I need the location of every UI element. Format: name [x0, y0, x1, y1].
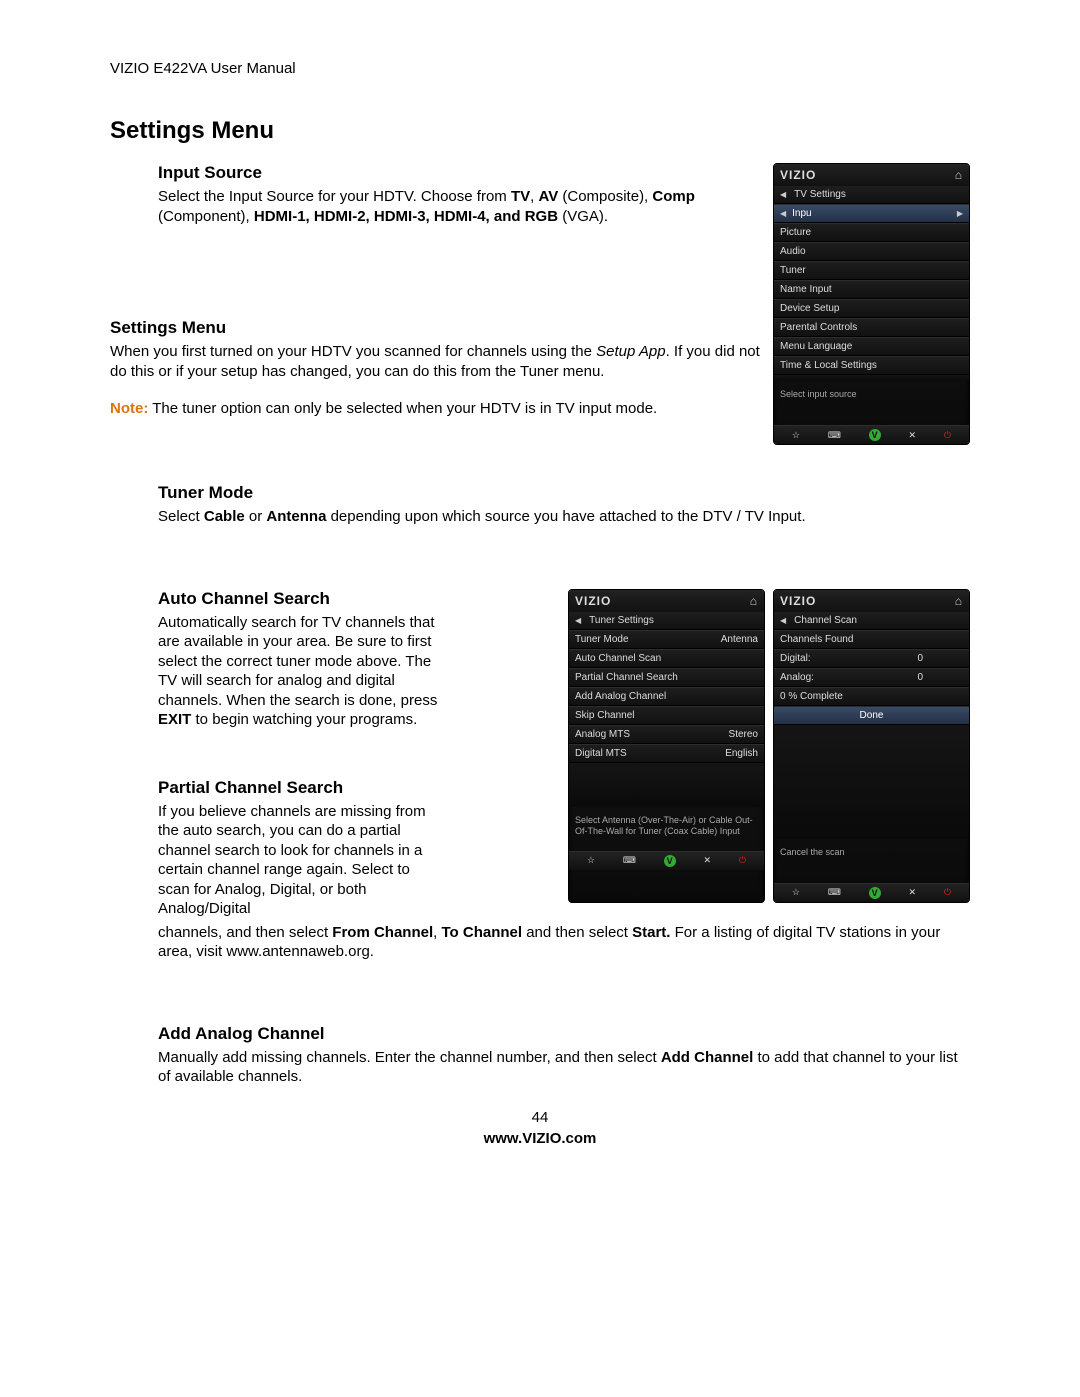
- tv-settings-panel: VIZIO ⌂ TV Settings Inpu Picture Audio T…: [773, 163, 970, 445]
- menu-item-language[interactable]: Menu Language: [774, 337, 969, 356]
- menu-item-picture[interactable]: Picture: [774, 223, 969, 242]
- keyboard-icon[interactable]: ⌨: [828, 430, 841, 441]
- footer-url: www.VIZIO.com: [110, 1130, 970, 1147]
- row-analog-count: Analog:0: [774, 668, 969, 687]
- row-add-analog[interactable]: Add Analog Channel: [569, 687, 764, 706]
- star-icon[interactable]: ☆: [587, 855, 595, 866]
- back-icon[interactable]: [780, 615, 788, 626]
- menu-item-audio[interactable]: Audio: [774, 242, 969, 261]
- ok-icon[interactable]: V: [664, 855, 676, 867]
- star-icon[interactable]: ☆: [792, 887, 800, 898]
- page-number: 44: [110, 1109, 970, 1126]
- section-auto-search: Auto Channel Search Automatically search…: [158, 589, 438, 730]
- tv-brand: VIZIO: [780, 594, 816, 608]
- menu-item-name-input[interactable]: Name Input: [774, 280, 969, 299]
- heading-tuner-mode: Tuner Mode: [158, 483, 970, 503]
- tv-hint: Cancel the scan: [774, 839, 969, 883]
- menu-item-device-setup[interactable]: Device Setup: [774, 299, 969, 318]
- home-icon[interactable]: ⌂: [955, 168, 963, 182]
- home-icon[interactable]: ⌂: [955, 594, 963, 608]
- close-icon[interactable]: ✕: [704, 855, 712, 866]
- power-icon[interactable]: ⏻: [944, 430, 951, 441]
- section-tuner-mode: Tuner Mode Select Cable or Antenna depen…: [158, 483, 970, 527]
- tuner-settings-panel: VIZIO ⌂ Tuner Settings Tuner ModeAntenna…: [568, 589, 765, 903]
- close-icon[interactable]: ✕: [909, 887, 917, 898]
- tv-hint: Select Antenna (Over-The-Air) or Cable O…: [569, 807, 764, 851]
- row-percent-complete: 0 % Complete: [774, 687, 969, 706]
- note-label: Note:: [110, 400, 148, 417]
- row-digital-mts[interactable]: Digital MTSEnglish: [569, 744, 764, 763]
- row-auto-scan[interactable]: Auto Channel Scan: [569, 649, 764, 668]
- heading-add-analog: Add Analog Channel: [158, 1024, 970, 1044]
- panels-pair: VIZIO ⌂ Tuner Settings Tuner ModeAntenna…: [568, 589, 970, 903]
- tv-nav: ☆ ⌨ V ✕ ⏻: [774, 425, 969, 444]
- row-channels-found: Channels Found: [774, 630, 969, 649]
- tv-brand: VIZIO: [780, 168, 816, 182]
- keyboard-icon[interactable]: ⌨: [828, 887, 841, 898]
- row-tuner-mode[interactable]: Tuner ModeAntenna: [569, 630, 764, 649]
- tv-breadcrumb[interactable]: Channel Scan: [774, 612, 969, 630]
- page-footer: 44 www.VIZIO.com: [110, 1109, 970, 1147]
- tv-breadcrumb[interactable]: Tuner Settings: [569, 612, 764, 630]
- tv-brand: VIZIO: [575, 594, 611, 608]
- done-button[interactable]: Done: [774, 706, 969, 725]
- ok-icon[interactable]: V: [869, 887, 881, 899]
- heading-auto-search: Auto Channel Search: [158, 589, 438, 609]
- keyboard-icon[interactable]: ⌨: [623, 855, 636, 866]
- menu-item-tuner[interactable]: Tuner: [774, 261, 969, 280]
- menu-item-input[interactable]: Inpu: [774, 204, 969, 223]
- row-skip-channel[interactable]: Skip Channel: [569, 706, 764, 725]
- back-icon[interactable]: [780, 189, 788, 200]
- menu-item-parental[interactable]: Parental Controls: [774, 318, 969, 337]
- section-add-analog: Add Analog Channel Manually add missing …: [158, 1024, 970, 1087]
- tv-nav: ☆ ⌨ V ✕ ⏻: [774, 883, 969, 902]
- tv-breadcrumb[interactable]: TV Settings: [774, 186, 969, 204]
- tv-hint: Select input source: [774, 381, 969, 425]
- ok-icon[interactable]: V: [869, 429, 881, 441]
- close-icon[interactable]: ✕: [909, 430, 917, 441]
- row-partial-search[interactable]: Partial Channel Search: [569, 668, 764, 687]
- power-icon[interactable]: ⏻: [944, 887, 951, 898]
- power-icon[interactable]: ⏻: [739, 855, 746, 866]
- home-icon[interactable]: ⌂: [750, 594, 758, 608]
- page-title: Settings Menu: [110, 117, 970, 145]
- channel-scan-panel: VIZIO ⌂ Channel Scan Channels Found Digi…: [773, 589, 970, 903]
- back-icon[interactable]: [575, 615, 583, 626]
- menu-item-time[interactable]: Time & Local Settings: [774, 356, 969, 375]
- star-icon[interactable]: ☆: [792, 430, 800, 441]
- row-analog-mts[interactable]: Analog MTSStereo: [569, 725, 764, 744]
- row-digital-count: Digital:0: [774, 649, 969, 668]
- doc-header: VIZIO E422VA User Manual: [110, 60, 970, 77]
- tv-nav: ☆ ⌨ V ✕ ⏻: [569, 851, 764, 870]
